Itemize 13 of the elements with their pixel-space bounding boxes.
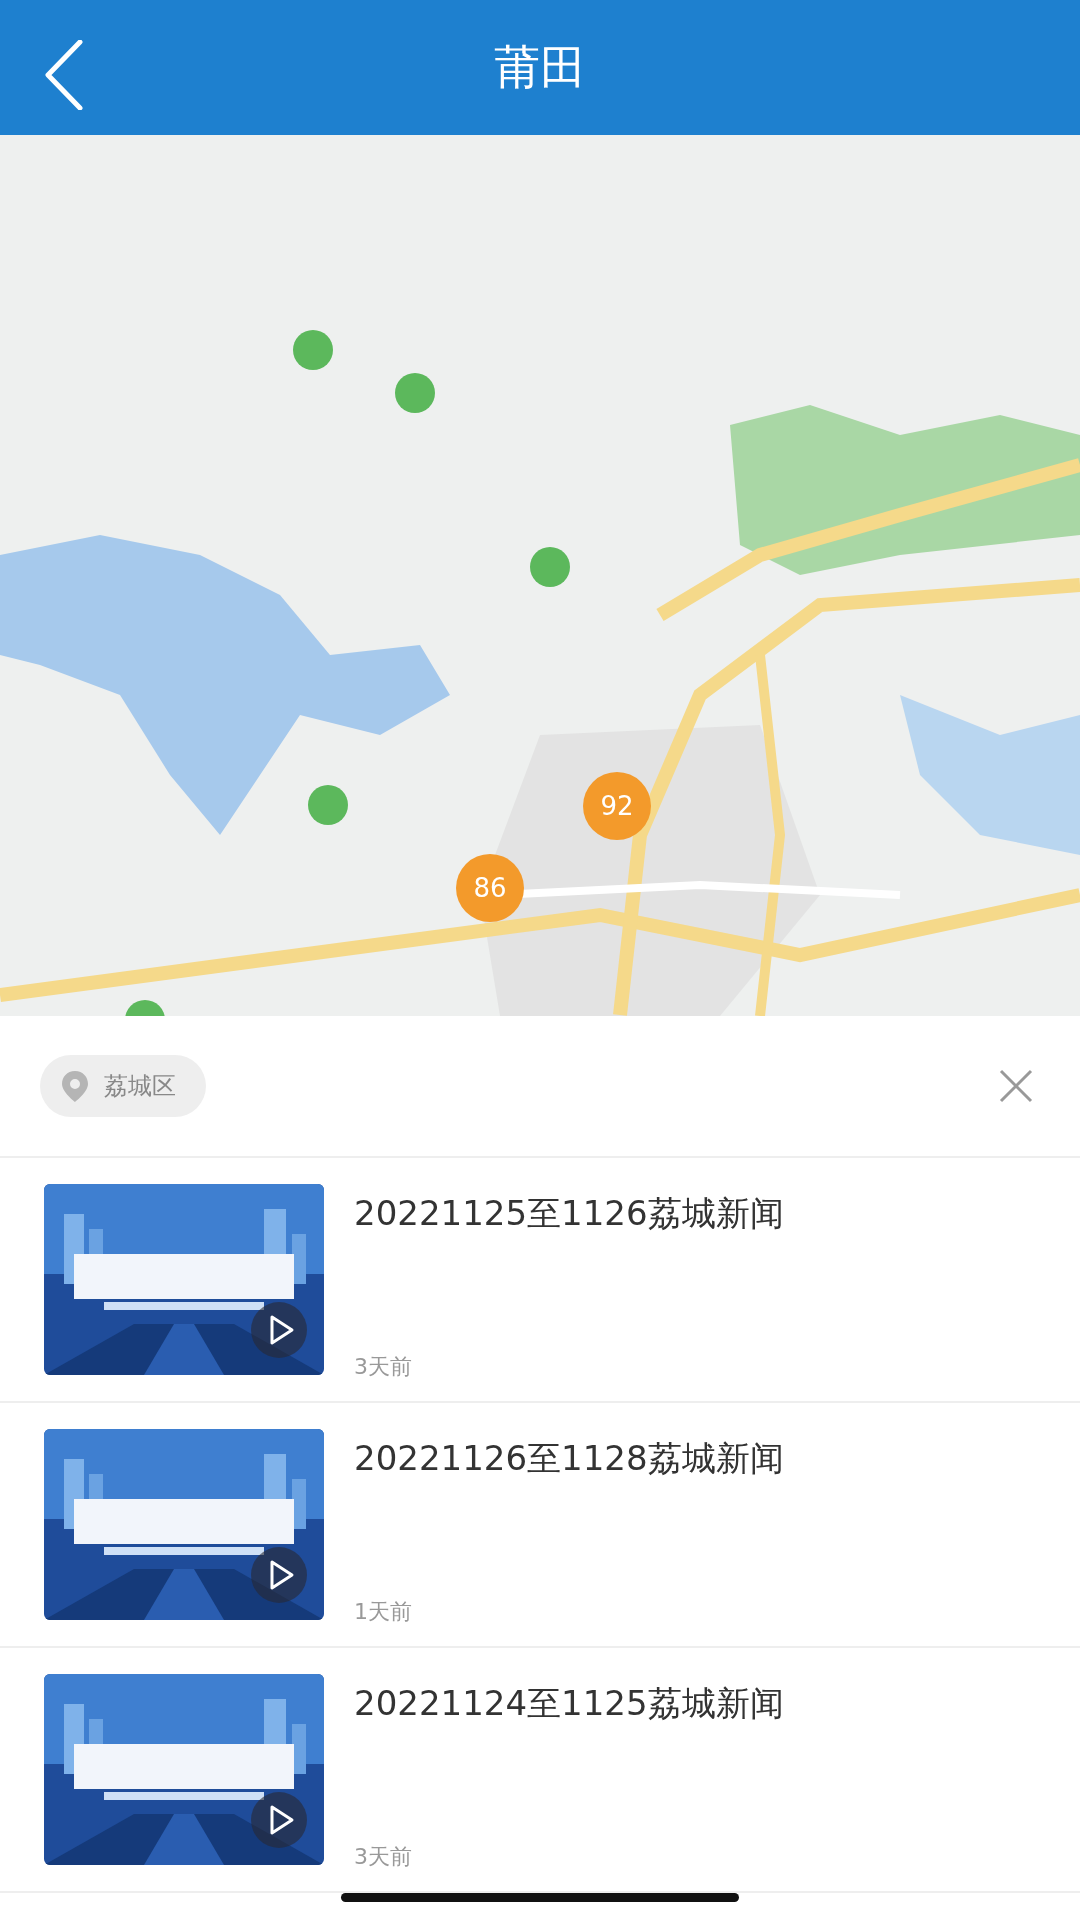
play-icon[interactable] (250, 1301, 308, 1359)
news-title[interactable]: 20221124至1125荔城新闻 (354, 1681, 784, 1727)
close-icon[interactable] (998, 1068, 1034, 1104)
post-time: 1天前 (354, 1598, 413, 1626)
news-title[interactable]: 20221126至1128荔城新闻 (354, 1436, 784, 1482)
post-time: 3天前 (354, 1353, 413, 1381)
play-icon[interactable] (250, 1791, 308, 1849)
post-time: 3天前 (354, 1843, 413, 1871)
news-title[interactable]: 20221125至1126荔城新闻 (354, 1191, 784, 1237)
back-icon[interactable] (44, 40, 84, 110)
play-icon[interactable] (250, 1546, 308, 1604)
page-title: 莆田 (494, 38, 586, 96)
location-pin-icon (60, 1069, 90, 1103)
